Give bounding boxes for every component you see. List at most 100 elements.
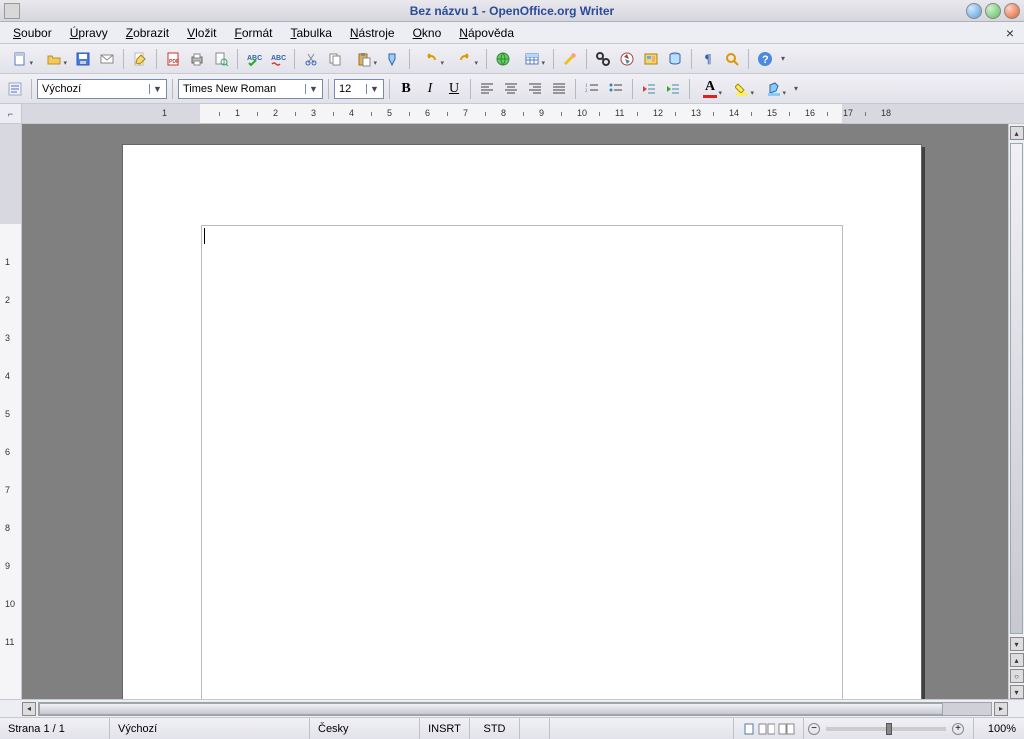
scroll-down-button[interactable]: ▾ <box>1010 637 1024 651</box>
edit-file-button[interactable] <box>129 48 151 70</box>
scroll-right-button[interactable]: ▸ <box>994 702 1008 716</box>
navigator-button[interactable] <box>616 48 638 70</box>
align-right-button[interactable] <box>524 78 546 100</box>
paragraph-style-value: Výchozí <box>42 83 81 95</box>
font-size-combo[interactable]: 12 ▼ <box>334 79 384 99</box>
separator <box>748 49 749 69</box>
data-sources-button[interactable] <box>664 48 686 70</box>
minimize-button[interactable] <box>966 3 982 19</box>
print-button[interactable] <box>186 48 208 70</box>
zoom-button[interactable] <box>721 48 743 70</box>
font-color-button[interactable]: A▾ <box>695 78 725 100</box>
separator <box>632 79 633 99</box>
zoom-out-button[interactable]: − <box>808 723 820 735</box>
status-insert-mode[interactable]: INSRT <box>420 718 470 739</box>
help-button[interactable]: ? <box>754 48 776 70</box>
zoom-in-button[interactable]: + <box>952 723 964 735</box>
status-style[interactable]: Výchozí <box>110 718 310 739</box>
book-view-icon[interactable] <box>778 723 795 735</box>
menu-edit[interactable]: Úpravy <box>63 24 115 42</box>
text-frame[interactable] <box>201 225 843 699</box>
next-page-button[interactable]: ▾ <box>1010 685 1024 699</box>
close-button[interactable] <box>1004 3 1020 19</box>
status-selection-mode[interactable]: STD <box>470 718 520 739</box>
scroll-left-button[interactable]: ◂ <box>22 702 36 716</box>
horizontal-scrollbar-thumb[interactable] <box>39 703 943 715</box>
bulleted-list-button[interactable] <box>605 78 627 100</box>
zoom-slider[interactable] <box>826 727 946 731</box>
menu-help[interactable]: Nápověda <box>452 24 521 42</box>
font-name-combo[interactable]: Times New Roman ▼ <box>178 79 323 99</box>
increase-indent-button[interactable] <box>662 78 684 100</box>
italic-button[interactable]: I <box>419 78 441 100</box>
app-icon <box>4 3 20 19</box>
status-view-layout[interactable] <box>734 718 804 739</box>
menu-tools[interactable]: Nástroje <box>343 24 402 42</box>
paragraph-style-combo[interactable]: Výchozí ▼ <box>37 79 167 99</box>
align-justify-button[interactable] <box>548 78 570 100</box>
scroll-up-button[interactable]: ▴ <box>1010 126 1024 140</box>
menu-format[interactable]: Formát <box>227 24 279 42</box>
tab-type-button[interactable]: ⌐ <box>0 104 22 123</box>
status-language[interactable]: Česky <box>310 718 420 739</box>
highlight-color-button[interactable]: ▾ <box>727 78 757 100</box>
paste-button[interactable] <box>348 48 380 70</box>
status-signature[interactable] <box>520 718 550 739</box>
menu-table[interactable]: Tabulka <box>284 24 339 42</box>
export-pdf-button[interactable]: PDF <box>162 48 184 70</box>
status-page[interactable]: Strana 1 / 1 <box>0 718 110 739</box>
document-canvas[interactable] <box>22 124 1008 699</box>
separator <box>553 49 554 69</box>
window-controls <box>966 3 1024 19</box>
undo-button[interactable] <box>415 48 447 70</box>
text-cursor <box>204 228 205 244</box>
menu-view[interactable]: Zobrazit <box>119 24 176 42</box>
background-color-button[interactable]: ▾ <box>759 78 789 100</box>
horizontal-scrollbar-row: ◂ ▸ <box>0 699 1024 717</box>
decrease-indent-button[interactable] <box>638 78 660 100</box>
auto-spellcheck-button[interactable]: ABC <box>267 48 289 70</box>
print-preview-button[interactable] <box>210 48 232 70</box>
zoom-slider-knob[interactable] <box>886 723 892 735</box>
close-document-button[interactable]: × <box>1002 25 1018 41</box>
previous-page-button[interactable]: ▴ <box>1010 653 1024 667</box>
email-button[interactable] <box>96 48 118 70</box>
svg-text:?: ? <box>762 54 769 66</box>
vertical-ruler[interactable]: 1234567891011 <box>0 124 22 699</box>
spellcheck-button[interactable]: ABC <box>243 48 265 70</box>
navigation-button[interactable]: ○ <box>1010 669 1024 683</box>
toolbar-overflow-button[interactable]: ▾ <box>791 78 801 100</box>
open-button[interactable] <box>38 48 70 70</box>
underline-button[interactable]: U <box>443 78 465 100</box>
single-page-icon[interactable] <box>742 723 755 735</box>
styles-window-button[interactable] <box>4 78 26 100</box>
menu-window[interactable]: Okno <box>406 24 449 42</box>
menu-insert[interactable]: Vložit <box>180 24 223 42</box>
horizontal-ruler[interactable]: 1123456789101112131415161718 <box>22 104 1024 123</box>
vertical-scrollbar-thumb[interactable] <box>1010 143 1023 634</box>
maximize-button[interactable] <box>985 3 1001 19</box>
copy-button[interactable] <box>324 48 346 70</box>
separator <box>470 79 471 99</box>
cut-button[interactable] <box>300 48 322 70</box>
bold-button[interactable]: B <box>395 78 417 100</box>
new-document-button[interactable] <box>4 48 36 70</box>
insert-table-button[interactable] <box>516 48 548 70</box>
show-draw-functions-button[interactable] <box>559 48 581 70</box>
align-left-button[interactable] <box>476 78 498 100</box>
status-zoom-percent[interactable]: 100% <box>974 718 1024 739</box>
toolbar-overflow-button[interactable]: ▾ <box>778 48 788 70</box>
multi-page-icon[interactable] <box>758 723 775 735</box>
numbered-list-button[interactable]: 12 <box>581 78 603 100</box>
save-button[interactable] <box>72 48 94 70</box>
nonprinting-chars-button[interactable]: ¶ <box>697 48 719 70</box>
hyperlink-button[interactable] <box>492 48 514 70</box>
gallery-button[interactable] <box>640 48 662 70</box>
align-center-button[interactable] <box>500 78 522 100</box>
menu-file[interactable]: Soubor <box>6 24 59 42</box>
separator <box>486 49 487 69</box>
horizontal-scrollbar[interactable] <box>38 702 992 716</box>
find-replace-button[interactable] <box>592 48 614 70</box>
format-paintbrush-button[interactable] <box>382 48 404 70</box>
redo-button[interactable] <box>449 48 481 70</box>
